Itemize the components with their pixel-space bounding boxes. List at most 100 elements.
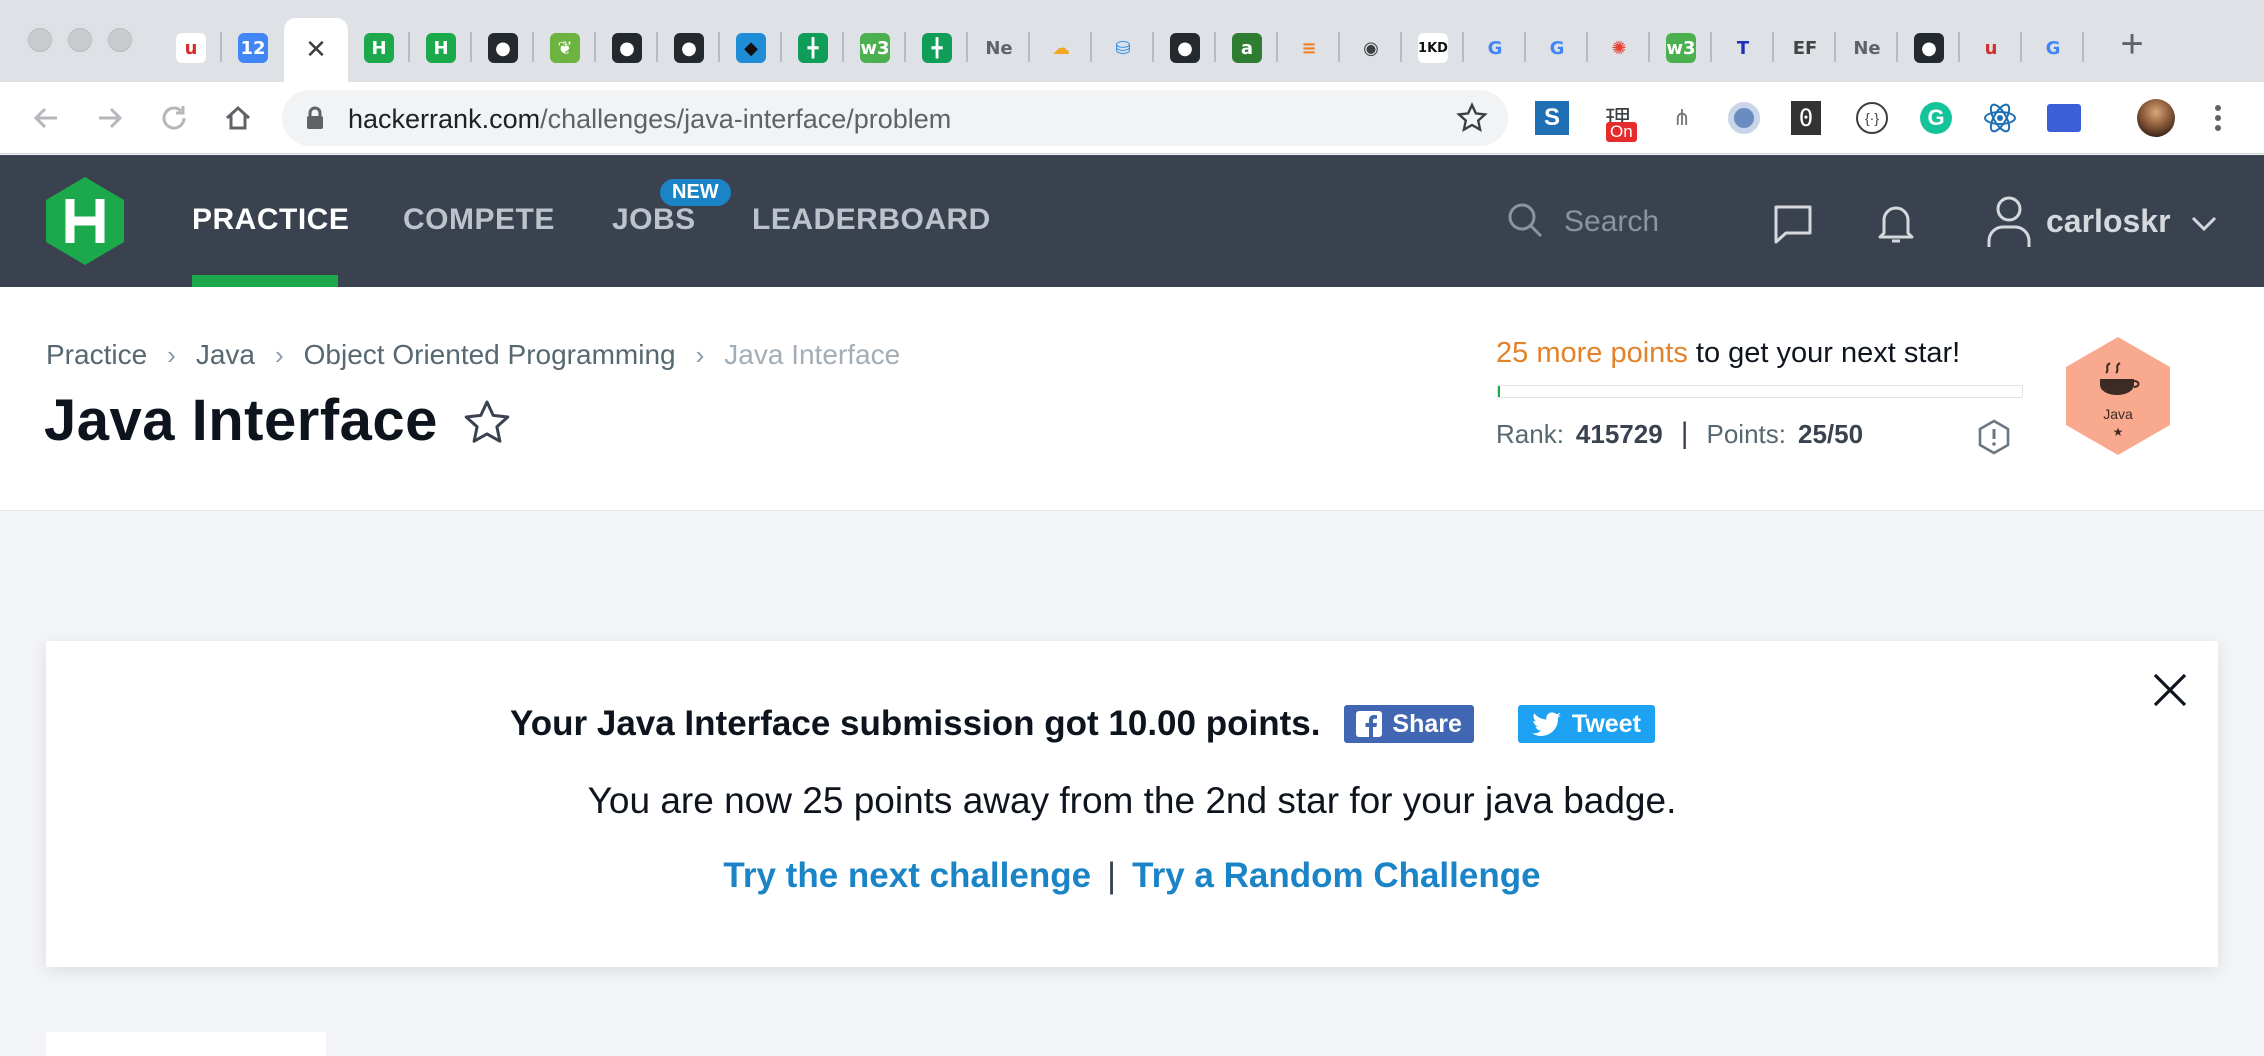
nav-leaderboard[interactable]: LEADERBOARD [752, 203, 991, 237]
react-devtools-icon[interactable] [1980, 98, 2020, 138]
lock-icon [307, 106, 323, 129]
browser-tab[interactable]: u [160, 18, 222, 78]
submission-line: Your Java Interface submission got 10.00… [510, 704, 1655, 744]
browser-tab[interactable]: w3 [1650, 18, 1712, 78]
browser-tab[interactable]: ● [472, 18, 534, 78]
chevron-down-icon[interactable] [2190, 215, 2218, 233]
browser-tab[interactable]: H [348, 18, 410, 78]
browser-tab[interactable]: 1KD [1402, 18, 1464, 78]
browser-tab[interactable]: Ne [1836, 18, 1898, 78]
challenge-header: Practice › Java › Object Oriented Progra… [0, 287, 2264, 511]
close-icon[interactable] [2150, 670, 2190, 710]
facebook-share-button[interactable]: Share [1344, 705, 1474, 743]
extension-circle-icon[interactable] [1724, 98, 1764, 138]
chevron-right-icon: › [167, 339, 176, 370]
github-icon: ● [674, 33, 704, 63]
browser-tab[interactable]: w3 [844, 18, 906, 78]
browser-tab[interactable]: T [1712, 18, 1774, 78]
active-nav-indicator [192, 275, 338, 287]
nav-practice[interactable]: PRACTICE [192, 203, 349, 237]
browser-tab[interactable]: ◆ [720, 18, 782, 78]
breadcrumb-oop[interactable]: Object Oriented Programming [304, 339, 676, 371]
bookmark-star-icon[interactable] [1456, 102, 1488, 134]
arrow-right-icon [99, 107, 123, 129]
home-button[interactable] [216, 96, 260, 140]
window-zoom-button[interactable] [108, 28, 132, 52]
github-icon: ● [1914, 33, 1944, 63]
browser-tab[interactable]: ☁ [1030, 18, 1092, 78]
points-label: Points: [1706, 418, 1786, 449]
github-icon: ● [612, 33, 642, 63]
next-challenge-link[interactable]: Try the next challenge [723, 856, 1091, 895]
w3schools-icon: w3 [1666, 33, 1696, 63]
challenge-links: Try the next challenge | Try a Random Chal… [0, 856, 2264, 896]
browser-tab[interactable]: H [410, 18, 472, 78]
google-icon: G [1480, 33, 1510, 63]
tweet-button[interactable]: Tweet [1517, 705, 1655, 743]
browser-tab[interactable]: ╋ [782, 18, 844, 78]
color-wheel-icon: ✺ [1604, 33, 1634, 63]
hackerrank-logo-icon [46, 177, 124, 265]
user-icon[interactable] [1986, 193, 2032, 249]
arrow-left-icon [33, 107, 57, 129]
new-tab-button[interactable]: + [2110, 22, 2154, 66]
chevron-right-icon: › [695, 339, 705, 370]
nav-jobs[interactable]: JOBS [612, 203, 696, 237]
browser-tab[interactable]: G [1526, 18, 1588, 78]
browser-tab[interactable]: EF [1774, 18, 1836, 78]
profile-avatar[interactable] [2136, 98, 2176, 138]
extension-s-icon[interactable]: S [1532, 98, 1572, 138]
sheets-icon: ╋ [798, 33, 828, 63]
udemy-icon: u [176, 33, 206, 63]
browser-tab[interactable]: G [2022, 18, 2084, 78]
badge-star: ★ [2113, 425, 2124, 439]
browser-tab[interactable]: ● [1154, 18, 1216, 78]
info-icon[interactable] [1976, 419, 2012, 455]
bookmark-star-icon[interactable] [462, 399, 512, 447]
chat-icon[interactable] [1772, 203, 1814, 245]
search-input[interactable]: Search [1564, 205, 1659, 239]
extension-code-icon[interactable]: {·} [1852, 98, 1892, 138]
window-close-button[interactable] [28, 28, 52, 52]
hackerrank-icon: H [426, 33, 456, 63]
reload-button[interactable] [152, 96, 196, 140]
extension-translate-icon[interactable]: 理 On [1598, 98, 1638, 142]
browser-tab[interactable]: ● [658, 18, 720, 78]
extension-tree-icon[interactable]: ⋔ [1662, 98, 1702, 138]
browser-tab[interactable]: ✺ [1588, 18, 1650, 78]
browser-tab[interactable]: ● [1898, 18, 1960, 78]
breadcrumb-practice[interactable]: Practice [46, 339, 147, 371]
breadcrumb-java[interactable]: Java [196, 339, 255, 371]
close-icon[interactable]: ✕ [301, 35, 331, 65]
hackerrank-logo[interactable] [42, 175, 128, 272]
address-bar[interactable]: hackerrank.com/challenges/java-interface… [282, 90, 1508, 146]
twitter-icon [1531, 712, 1561, 736]
browser-tab[interactable]: ⛁ [1092, 18, 1154, 78]
extension-card-icon[interactable] [2044, 98, 2084, 138]
browser-tab[interactable]: Ne [968, 18, 1030, 78]
nav-compete[interactable]: COMPETE [403, 203, 555, 237]
extension-zero-icon[interactable]: 0 [1786, 98, 1826, 138]
bell-icon[interactable] [1876, 201, 1916, 245]
browser-tab[interactable]: ● [596, 18, 658, 78]
browser-tab[interactable]: 12 [222, 18, 284, 78]
java-badge[interactable]: Java ★ [2062, 335, 2174, 462]
browser-tab[interactable]: ❦ [534, 18, 596, 78]
browser-tab[interactable]: a [1216, 18, 1278, 78]
window-minimize-button[interactable] [68, 28, 92, 52]
grammarly-icon[interactable]: G [1916, 98, 1956, 138]
forward-button[interactable] [88, 96, 132, 140]
random-challenge-link[interactable]: Try a Random Challenge [1132, 856, 1540, 895]
browser-tab[interactable]: G [1464, 18, 1526, 78]
globe-icon: ◉ [1356, 33, 1386, 63]
browser-tab[interactable]: ≡ [1278, 18, 1340, 78]
browser-tab[interactable]: ╋ [906, 18, 968, 78]
username[interactable]: carloskr [2046, 203, 2171, 240]
back-button[interactable] [24, 96, 68, 140]
google-icon: G [2038, 33, 2068, 63]
browser-menu-button[interactable] [2198, 98, 2238, 138]
browser-tab[interactable]: ✕ [284, 18, 348, 82]
browser-tab[interactable]: u [1960, 18, 2022, 78]
breadcrumb-current: Java Interface [724, 339, 901, 370]
browser-tab[interactable]: ◉ [1340, 18, 1402, 78]
